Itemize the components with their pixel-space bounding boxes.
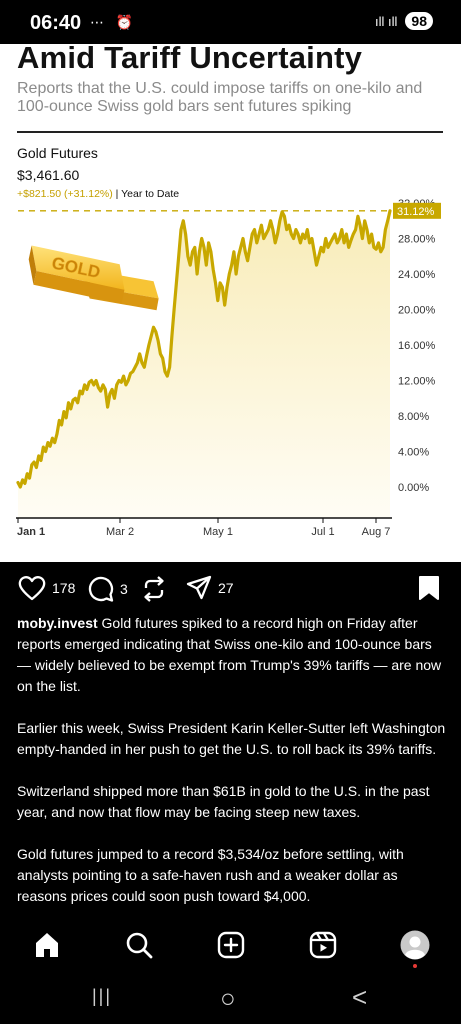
comment-button[interactable]: 3 — [86, 575, 128, 603]
repost-button[interactable] — [141, 575, 167, 603]
nav-search[interactable] — [124, 930, 154, 960]
nav-profile[interactable] — [400, 930, 430, 968]
notification-icons: ⋯ ⏰ — [90, 14, 138, 30]
like-count: 178 — [52, 580, 76, 596]
repost-icon — [144, 576, 164, 602]
comment-icon — [88, 576, 114, 602]
status-time: 06:40 — [30, 12, 82, 34]
caption-paragraph-2: Earlier this week, Swiss President Karin… — [17, 720, 446, 757]
signal-icon: ıll ıll — [375, 13, 398, 29]
current-value-label: 31.12% — [397, 206, 435, 218]
notification-dot — [413, 964, 417, 968]
search-icon — [126, 932, 153, 959]
recents-button[interactable]: ||| — [92, 986, 112, 1007]
x-tick-label: Jan 1 — [17, 526, 45, 538]
send-icon — [186, 575, 212, 600]
bottom-navigation — [0, 918, 461, 974]
share-count: 27 — [218, 580, 234, 596]
caption-paragraph-3: Switzerland shipped more than $61B in go… — [17, 783, 430, 820]
battery-icon: 98 — [405, 12, 433, 30]
nav-reels[interactable] — [308, 930, 338, 960]
y-tick-label: 16.00% — [398, 340, 436, 352]
gold-bars-icon: GOLD — [28, 245, 159, 311]
comment-count: 3 — [120, 581, 128, 597]
post-image[interactable]: Amid Tariff Uncertainty Reports that the… — [0, 44, 461, 562]
username-link[interactable]: moby.invest — [17, 615, 98, 631]
back-button[interactable]: < — [352, 982, 367, 1013]
post-caption: moby.invest Gold futures spiked to a rec… — [17, 613, 447, 928]
x-tick-label: Jul 1 — [311, 526, 334, 538]
reels-icon — [309, 931, 337, 959]
nav-create[interactable] — [216, 930, 246, 960]
system-navigation: ||| ○ < — [0, 974, 461, 1024]
y-tick-label: 8.00% — [398, 411, 429, 423]
nav-home[interactable] — [32, 930, 62, 960]
save-button[interactable] — [418, 575, 440, 601]
caption-paragraph-4: Gold futures jumped to a record $3,534/o… — [17, 846, 404, 904]
like-button[interactable]: 178 — [18, 575, 75, 601]
status-right-group: ıll ıll 98 — [375, 12, 433, 30]
bookmark-icon — [419, 576, 439, 600]
home-button[interactable]: ○ — [220, 983, 236, 1014]
y-tick-label: 28.00% — [398, 234, 436, 246]
caption-paragraph-1: moby.invest Gold futures spiked to a rec… — [17, 613, 447, 697]
share-button[interactable]: 27 — [186, 575, 234, 601]
action-row: 178 3 27 — [0, 572, 461, 606]
x-tick-label: Mar 2 — [106, 526, 134, 538]
y-tick-label: 20.00% — [398, 305, 436, 317]
heart-icon — [18, 576, 46, 601]
y-tick-label: 12.00% — [398, 376, 436, 388]
create-icon — [217, 931, 245, 959]
profile-avatar — [400, 930, 430, 960]
status-bar: 06:40 ⋯ ⏰ ıll ıll 98 — [0, 0, 461, 44]
x-tick-label: Aug 7 — [362, 526, 391, 538]
y-tick-label: 4.00% — [398, 447, 429, 459]
y-tick-label: 24.00% — [398, 269, 436, 281]
home-icon — [36, 933, 58, 957]
y-tick-label: 0.00% — [398, 482, 429, 494]
x-tick-label: May 1 — [203, 526, 233, 538]
